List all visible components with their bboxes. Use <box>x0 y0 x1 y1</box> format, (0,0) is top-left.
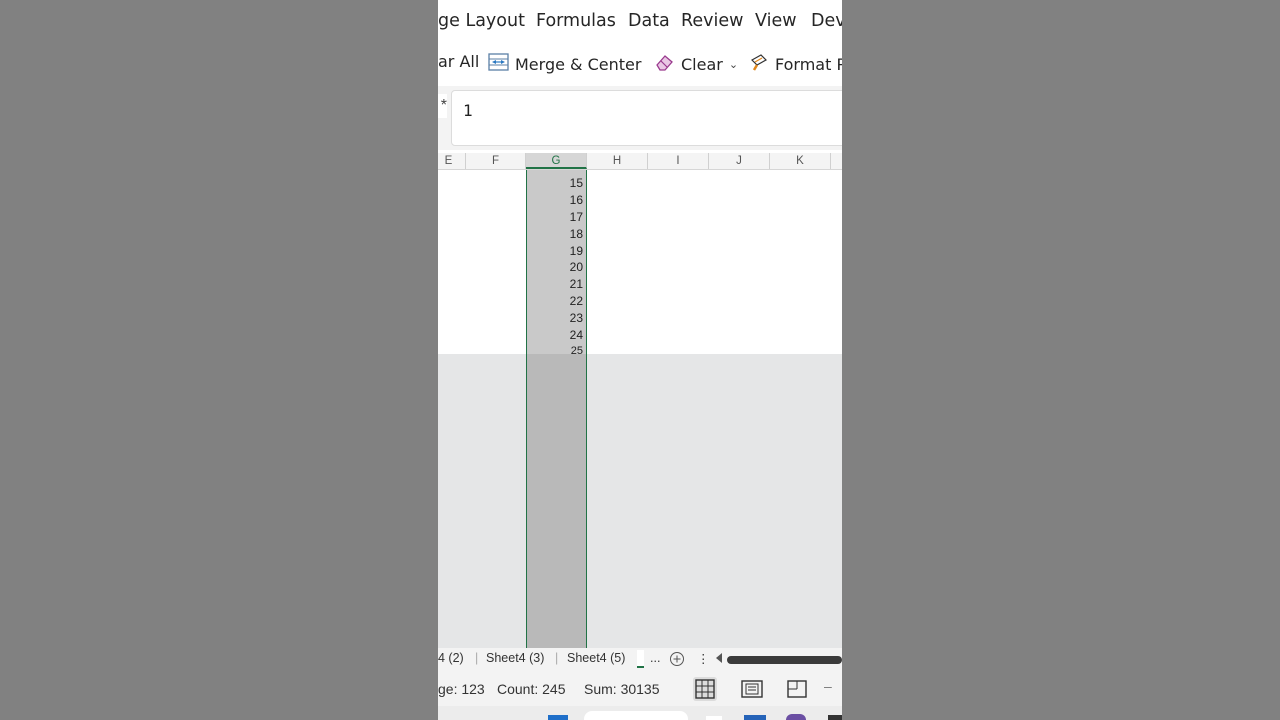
taskbar-icon[interactable] <box>786 714 806 720</box>
excel-window: ge Layout Formulas Data Review View Dev … <box>438 0 842 720</box>
status-bar: ge: 123 Count: 245 Sum: 30135 – <box>438 672 842 706</box>
fx-icon[interactable]: * <box>438 94 447 118</box>
sheet-tab[interactable]: 4 (2) <box>438 651 464 665</box>
tab-review[interactable]: Review <box>681 11 743 31</box>
cell-value[interactable]: 16 <box>570 193 583 207</box>
clear-all-label: ar All <box>438 52 480 71</box>
scroll-left-icon[interactable] <box>714 652 724 667</box>
formula-input[interactable]: 1 <box>451 90 842 146</box>
formula-value: 1 <box>463 101 473 120</box>
taskbar-icon[interactable] <box>706 716 722 720</box>
ribbon-toolbar: ar All Merge & Center Clear ⌄ Format P <box>438 44 842 80</box>
column-g-cells: 15 16 17 18 19 20 21 22 23 24 25 <box>527 170 586 357</box>
active-sheet-tab[interactable] <box>637 650 644 668</box>
cell-value[interactable]: 19 <box>570 244 583 258</box>
cell-value[interactable]: 20 <box>570 260 583 274</box>
cell-value[interactable]: 25 <box>571 344 583 358</box>
cell-value[interactable]: 24 <box>570 328 583 342</box>
eraser-icon <box>654 52 675 76</box>
ribbon-tabs: ge Layout Formulas Data Review View Dev <box>438 0 842 42</box>
tab-developer[interactable]: Dev <box>811 11 842 31</box>
column-header-h[interactable]: H <box>587 153 648 169</box>
options-icon[interactable]: ⋮ <box>697 651 710 666</box>
cell-value[interactable]: 17 <box>570 210 583 224</box>
cell-value[interactable]: 22 <box>570 294 583 308</box>
status-average: ge: 123 <box>438 681 485 697</box>
merge-center-icon <box>488 52 509 76</box>
column-header-k[interactable]: K <box>770 153 831 169</box>
tab-divider: | <box>475 651 479 665</box>
add-sheet-icon[interactable] <box>669 651 685 670</box>
clear-label: Clear <box>681 54 723 74</box>
tab-view[interactable]: View <box>755 11 797 31</box>
taskbar-search[interactable] <box>584 711 688 720</box>
column-header-e[interactable]: E <box>438 153 466 169</box>
cell-value[interactable]: 15 <box>570 176 583 190</box>
page-break-view-icon[interactable] <box>785 677 809 701</box>
taskbar-icon[interactable] <box>828 715 842 720</box>
paintbrush-icon <box>749 52 769 76</box>
normal-view-icon[interactable] <box>693 677 717 701</box>
cell-value[interactable]: 23 <box>570 311 583 325</box>
sheet-tab[interactable]: Sheet4 (5) <box>567 651 625 665</box>
zoom-out-icon[interactable]: – <box>824 678 832 694</box>
page-layout-view-icon[interactable] <box>740 677 764 701</box>
horizontal-scrollbar[interactable] <box>727 656 842 664</box>
cell-value[interactable]: 18 <box>570 227 583 241</box>
selected-column-g[interactable]: 15 16 17 18 19 20 21 22 23 24 25 <box>526 170 587 650</box>
status-sum: Sum: 30135 <box>584 681 660 697</box>
tab-page-layout[interactable]: ge Layout <box>438 11 525 31</box>
windows-start-icon[interactable] <box>548 715 568 720</box>
clear-button[interactable]: Clear ⌄ <box>654 52 738 76</box>
status-count: Count: 245 <box>497 681 566 697</box>
column-header-j[interactable]: J <box>709 153 770 169</box>
cell-grid[interactable] <box>438 170 842 354</box>
merge-center-button[interactable]: Merge & Center <box>488 52 641 76</box>
formula-bar: * 1 <box>438 86 842 150</box>
format-painter-button[interactable]: Format P <box>749 52 842 76</box>
tab-divider: | <box>555 651 559 665</box>
tab-data[interactable]: Data <box>628 11 670 31</box>
taskbar <box>438 706 842 720</box>
format-painter-label: Format P <box>775 54 842 74</box>
column-header-i[interactable]: I <box>648 153 709 169</box>
taskbar-icon[interactable] <box>744 715 766 720</box>
tab-formulas[interactable]: Formulas <box>536 11 616 31</box>
sheet-tab[interactable]: Sheet4 (3) <box>486 651 544 665</box>
more-sheets-button[interactable]: ... <box>650 651 660 665</box>
merge-center-label: Merge & Center <box>515 54 642 74</box>
clear-all-button[interactable]: ar All <box>438 52 479 71</box>
column-headers: E F G H I J K <box>438 153 842 170</box>
cell-value[interactable]: 21 <box>570 277 583 291</box>
column-header-g[interactable]: G <box>526 153 587 169</box>
column-header-f[interactable]: F <box>466 153 526 169</box>
empty-sheet-area <box>438 354 842 648</box>
chevron-down-icon: ⌄ <box>728 57 739 71</box>
